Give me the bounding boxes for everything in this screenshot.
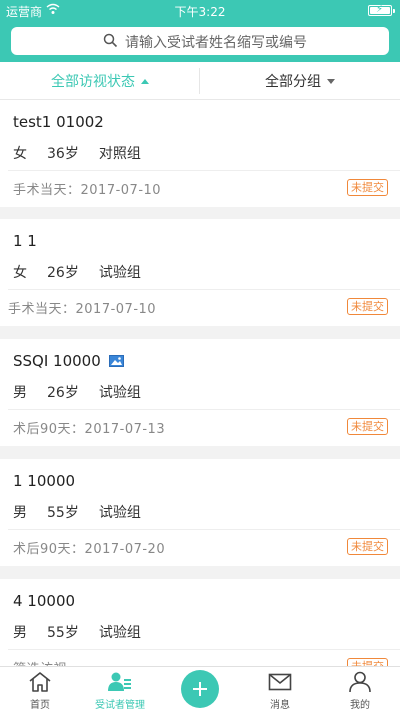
visit-status-label: 全部访视状态 bbox=[51, 74, 135, 90]
subject-name-text: test1 01002 bbox=[13, 113, 104, 131]
search-icon bbox=[103, 33, 118, 48]
subject-card[interactable]: 1 10000 男 55岁 试验组 术后90天：2017-07-20 未提交 bbox=[0, 459, 400, 566]
subject-name-text: 4 10000 bbox=[13, 592, 76, 610]
tab-mine-label: 我的 bbox=[350, 700, 370, 711]
tab-messages-label: 消息 bbox=[270, 700, 290, 711]
battery-icon: ⚡ bbox=[368, 4, 395, 16]
subject-group: 试验组 bbox=[98, 505, 141, 521]
clock: 下午3:22 bbox=[174, 5, 226, 19]
visit-status-filter[interactable]: 全部访视状态 bbox=[0, 62, 200, 100]
tab-subject-manage[interactable]: 受试者管理 bbox=[80, 667, 160, 711]
tab-home-label: 首页 bbox=[30, 700, 50, 711]
mail-icon bbox=[268, 673, 292, 691]
subject-group: 试验组 bbox=[98, 385, 141, 401]
tab-subject-manage-label: 受试者管理 bbox=[95, 700, 145, 711]
visit-date: 手术当天：2017-07-10 bbox=[13, 183, 162, 198]
status-badge: 未提交 bbox=[347, 298, 388, 315]
tab-mine[interactable]: 我的 bbox=[320, 667, 400, 711]
subject-group: 对照组 bbox=[98, 146, 141, 162]
visit-date: 筛选访视 bbox=[13, 658, 67, 666]
subject-age: 55岁 bbox=[47, 625, 79, 641]
subject-manage-icon bbox=[108, 672, 131, 691]
caret-up-icon bbox=[141, 78, 149, 84]
search-placeholder: 请输入受试者姓名缩写或编号 bbox=[125, 35, 307, 51]
subject-card[interactable]: 4 10000 男 55岁 试验组 筛选访视 未提交 bbox=[0, 579, 400, 666]
subject-name: 1 1 bbox=[13, 232, 37, 250]
filter-bar: 全部访视状态 全部分组 bbox=[0, 62, 400, 100]
subject-name: SSQI 10000 bbox=[13, 352, 124, 370]
subject-info: 女 26岁 试验组 bbox=[13, 262, 161, 282]
subject-age: 26岁 bbox=[47, 385, 79, 401]
image-attachment-icon bbox=[108, 355, 124, 367]
subject-list: test1 01002 女 36岁 对照组 手术当天：2017-07-10 未提交 … bbox=[0, 100, 400, 666]
search-input[interactable]: 请输入受试者姓名缩写或编号 bbox=[11, 27, 389, 55]
subject-name: 4 10000 bbox=[13, 592, 75, 610]
add-subject-button[interactable] bbox=[181, 670, 219, 708]
tab-home[interactable]: 首页 bbox=[0, 667, 80, 711]
group-filter[interactable]: 全部分组 bbox=[200, 62, 400, 100]
subject-group: 试验组 bbox=[98, 265, 141, 281]
group-label: 全部分组 bbox=[265, 74, 321, 90]
subject-gender: 男 bbox=[13, 625, 27, 641]
home-icon bbox=[29, 672, 51, 692]
subject-info: 男 55岁 试验组 bbox=[13, 502, 161, 522]
subject-name: test1 01002 bbox=[13, 113, 104, 131]
app-screen: 运营商 下午3:22 ⚡ 请输入受试者姓名缩写或编号 全部访视状态 全部分组 t… bbox=[0, 0, 400, 711]
subject-gender: 女 bbox=[13, 265, 27, 281]
subject-age: 26岁 bbox=[47, 265, 79, 281]
visit-date: 术后90天：2017-07-20 bbox=[13, 542, 166, 557]
subject-card[interactable]: test1 01002 女 36岁 对照组 手术当天：2017-07-10 未提交 bbox=[0, 100, 400, 207]
status-badge: 未提交 bbox=[347, 658, 388, 666]
status-badge: 未提交 bbox=[347, 179, 388, 196]
subject-card[interactable]: 1 1 女 26岁 试验组 手术当天：2017-07-10 未提交 bbox=[0, 219, 400, 326]
subject-info: 女 36岁 对照组 bbox=[13, 143, 161, 163]
subject-group: 试验组 bbox=[98, 625, 141, 641]
card-divider bbox=[8, 649, 400, 650]
subject-name: 1 10000 bbox=[13, 472, 75, 490]
visit-date: 术后90天：2017-07-13 bbox=[13, 422, 166, 437]
card-divider bbox=[8, 529, 400, 530]
header: 运营商 下午3:22 ⚡ 请输入受试者姓名缩写或编号 bbox=[0, 0, 400, 62]
card-divider bbox=[8, 289, 400, 290]
charging-icon: ⚡ bbox=[376, 4, 384, 15]
subject-name-text: 1 10000 bbox=[13, 472, 76, 490]
status-bar: 运营商 下午3:22 ⚡ bbox=[0, 0, 400, 20]
person-icon bbox=[349, 671, 371, 693]
tab-messages[interactable]: 消息 bbox=[240, 667, 320, 711]
visit-date: 手术当天：2017-07-10 bbox=[8, 302, 157, 317]
caret-down-icon bbox=[327, 78, 335, 84]
status-badge: 未提交 bbox=[347, 538, 388, 555]
status-badge: 未提交 bbox=[347, 418, 388, 435]
subject-gender: 男 bbox=[13, 505, 27, 521]
subject-info: 男 55岁 试验组 bbox=[13, 622, 161, 642]
subject-card[interactable]: SSQI 10000 男 26岁 试验组 术后90天：2017-07-13 未提交 bbox=[0, 339, 400, 446]
subject-name-text: 1 1 bbox=[13, 232, 37, 250]
subject-age: 36岁 bbox=[47, 146, 79, 162]
subject-gender: 女 bbox=[13, 146, 27, 162]
card-divider bbox=[8, 170, 400, 171]
subject-name-text: SSQI 10000 bbox=[13, 352, 101, 370]
card-divider bbox=[8, 409, 400, 410]
subject-age: 55岁 bbox=[47, 505, 79, 521]
subject-info: 男 26岁 试验组 bbox=[13, 382, 161, 402]
subject-gender: 男 bbox=[13, 385, 27, 401]
